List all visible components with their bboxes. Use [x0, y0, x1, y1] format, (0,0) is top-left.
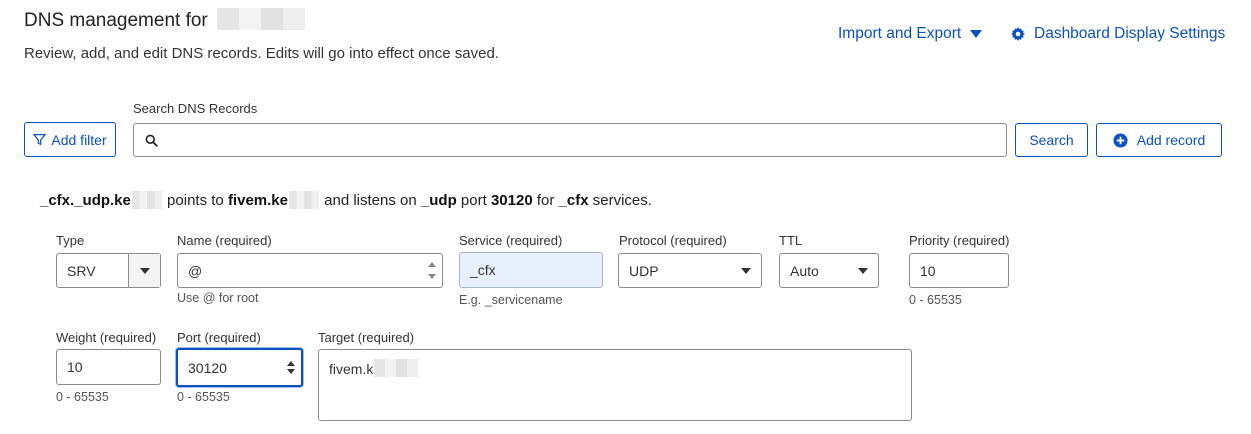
name-label: Name (required)	[177, 233, 272, 248]
weight-field[interactable]: 10	[56, 349, 161, 385]
target-value: fivem.k	[329, 361, 374, 377]
priority-value: 10	[920, 262, 936, 279]
plus-circle-icon	[1113, 132, 1128, 148]
chevron-down-icon	[858, 267, 868, 274]
scroll-arrows-icon	[425, 254, 439, 287]
summary-text: port	[460, 192, 487, 209]
search-label: Search DNS Records	[133, 101, 258, 116]
protocol-label: Protocol (required)	[619, 233, 727, 248]
chevron-down-icon	[741, 267, 751, 274]
type-label: Type	[56, 233, 85, 248]
type-value: SRV	[57, 254, 129, 287]
ttl-select[interactable]: Auto	[779, 253, 879, 288]
name-value: @	[188, 262, 203, 279]
type-select[interactable]: SRV	[56, 253, 161, 288]
summary-service: _cfx	[558, 192, 589, 209]
name-hint: Use @ for root	[177, 291, 259, 305]
weight-value: 10	[67, 359, 83, 375]
filter-icon	[33, 134, 47, 145]
target-field[interactable]: fivem.k	[318, 349, 912, 421]
summary-record-name: _cfx._udp.ke	[40, 192, 131, 209]
page-title-text: DNS management for	[24, 10, 208, 32]
summary-protocol: _udp	[420, 192, 457, 209]
page-subtitle: Review, add, and edit DNS records. Edits…	[24, 45, 499, 62]
summary-target: fivem.ke	[227, 192, 288, 209]
summary-text: points to	[167, 192, 224, 209]
record-summary: _cfx._udp.ke points to fivem.ke and list…	[40, 191, 652, 210]
add-filter-button[interactable]: Add filter	[24, 122, 116, 157]
search-field[interactable]	[133, 123, 1007, 157]
service-label: Service (required)	[459, 233, 563, 248]
ttl-label: TTL	[779, 233, 803, 248]
redacted-text	[288, 191, 319, 210]
redacted-text	[374, 359, 419, 377]
priority-label: Priority (required)	[909, 233, 1010, 248]
port-hint: 0 - 65535	[177, 390, 230, 404]
weight-hint: 0 - 65535	[56, 390, 109, 404]
search-input[interactable]	[164, 126, 1006, 154]
caret-down-icon	[970, 30, 983, 38]
service-field[interactable]: _cfx	[459, 252, 603, 288]
priority-hint: 0 - 65535	[909, 293, 962, 307]
protocol-value: UDP	[629, 262, 659, 279]
port-label: Port (required)	[177, 330, 261, 345]
port-field[interactable]: 30120	[176, 348, 303, 387]
weight-label: Weight (required)	[56, 330, 157, 345]
summary-text: services.	[592, 192, 652, 209]
add-record-button[interactable]: Add record	[1096, 123, 1222, 157]
protocol-select[interactable]: UDP	[618, 253, 762, 288]
target-label: Target (required)	[318, 330, 415, 345]
dashboard-settings-link[interactable]: Dashboard Display Settings	[1011, 25, 1225, 43]
import-export-label: Import and Export	[838, 25, 962, 42]
summary-text: and listens on	[324, 192, 417, 209]
redacted-text	[131, 191, 162, 210]
chevron-down-icon	[129, 254, 160, 287]
stepper-icon[interactable]	[284, 350, 298, 385]
redacted-domain	[217, 8, 306, 30]
ttl-value: Auto	[790, 262, 819, 279]
gear-icon	[1011, 27, 1025, 41]
search-icon	[145, 134, 158, 147]
page-title: DNS management for	[24, 8, 306, 32]
name-field[interactable]: @	[177, 253, 443, 288]
service-value: _cfx	[470, 262, 496, 278]
search-button[interactable]: Search	[1015, 123, 1088, 157]
add-filter-label: Add filter	[51, 131, 107, 148]
priority-field[interactable]: 10	[909, 253, 1009, 288]
port-value: 30120	[188, 359, 227, 376]
summary-port: 30120	[490, 192, 533, 209]
summary-text: for	[536, 192, 555, 209]
dashboard-settings-label: Dashboard Display Settings	[1034, 25, 1226, 42]
service-hint: E.g. _servicename	[459, 293, 563, 307]
add-record-label: Add record	[1136, 132, 1206, 148]
import-export-menu[interactable]: Import and Export	[838, 25, 983, 43]
